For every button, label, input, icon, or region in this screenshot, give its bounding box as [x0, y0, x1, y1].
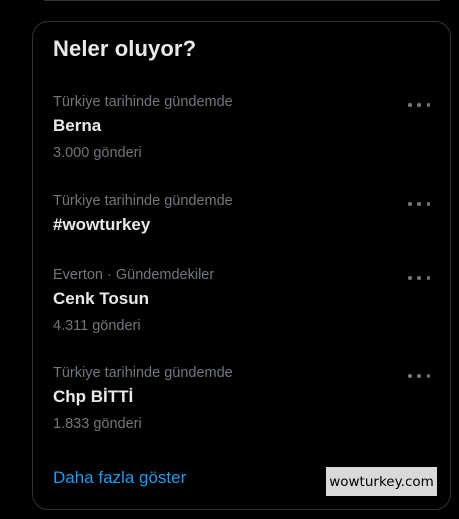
trend-item[interactable]: Türkiye tarihinde gündemde Chp BİTTİ 1.8…	[33, 365, 450, 457]
top-divider	[44, 0, 440, 1]
ellipsis-icon	[408, 202, 412, 206]
ellipsis-icon	[408, 276, 412, 280]
trend-context: Everton · Gündemdekiler	[53, 267, 215, 283]
more-options-button[interactable]	[408, 96, 430, 114]
ellipsis-icon	[426, 276, 430, 280]
trend-name: Chp BİTTİ	[53, 387, 134, 406]
trend-name: Cenk Tosun	[53, 289, 150, 308]
ellipsis-icon	[426, 374, 430, 378]
ellipsis-icon	[426, 202, 430, 206]
ellipsis-icon	[408, 103, 412, 107]
ellipsis-icon	[417, 202, 421, 206]
trend-post-count: 3.000 gönderi	[53, 145, 142, 161]
show-more-link[interactable]: Daha fazla göster	[53, 468, 186, 488]
trend-item[interactable]: Türkiye tarihinde gündemde Berna 3.000 g…	[33, 94, 450, 186]
ellipsis-icon	[417, 374, 421, 378]
panel-title: Neler oluyor?	[53, 36, 197, 61]
trend-name: #wowturkey	[53, 215, 151, 234]
watermark-label: wowturkey.com	[326, 467, 437, 496]
trend-name: Berna	[53, 116, 102, 135]
more-options-button[interactable]	[408, 367, 430, 385]
trend-post-count: 4.311 gönderi	[53, 318, 141, 334]
trend-context: Türkiye tarihinde gündemde	[53, 193, 233, 209]
ellipsis-icon	[426, 103, 430, 107]
more-options-button[interactable]	[408, 195, 430, 213]
trend-context: Türkiye tarihinde gündemde	[53, 365, 233, 381]
trend-post-count: 1.833 gönderi	[53, 416, 142, 432]
ellipsis-icon	[408, 374, 412, 378]
ellipsis-icon	[417, 103, 421, 107]
trend-item[interactable]: Everton · Gündemdekiler Cenk Tosun 4.311…	[33, 267, 450, 359]
trend-context: Türkiye tarihinde gündemde	[53, 94, 233, 110]
ellipsis-icon	[417, 276, 421, 280]
more-options-button[interactable]	[408, 269, 430, 287]
trends-panel: Neler oluyor? Türkiye tarihinde gündemde…	[32, 21, 451, 510]
